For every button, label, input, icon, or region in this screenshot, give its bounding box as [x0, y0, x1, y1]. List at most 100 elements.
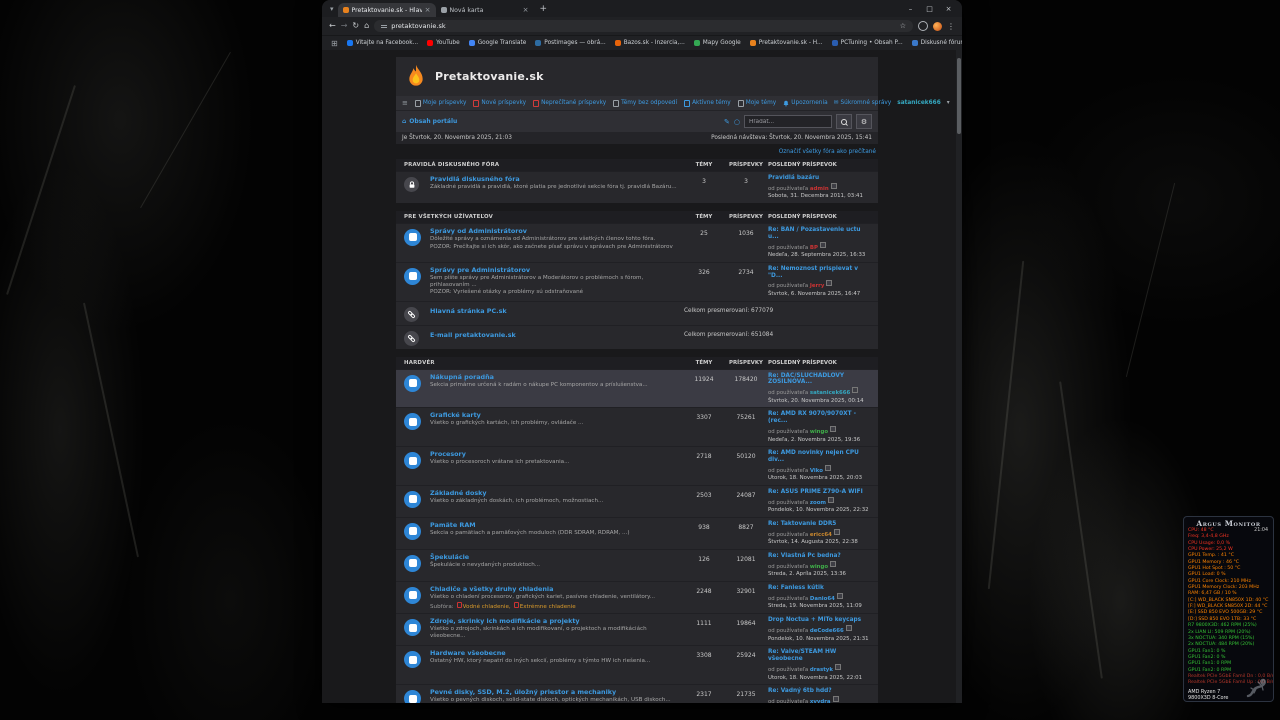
address-bar[interactable]: pretaktovanie.sk ☆	[374, 20, 913, 32]
last-post-title-link[interactable]: Re: Taktovanie DDR5	[768, 521, 870, 528]
goto-post-icon[interactable]	[824, 464, 831, 471]
forum-title-link[interactable]: Zdroje, skrinky ich modifikácie a projek…	[430, 617, 679, 625]
logged-in-username[interactable]: satanicek666	[897, 100, 940, 106]
last-post-username[interactable]: satanicek666	[810, 390, 850, 396]
circle-icon[interactable]: ○	[734, 118, 740, 126]
tab-close-icon[interactable]: ×	[523, 6, 529, 14]
section-title[interactable]: PRE VŠETKÝCH UŽÍVATEĽOV	[404, 214, 684, 220]
bookmark-item[interactable]: PCTuning • Obsah P...	[831, 40, 903, 46]
forum-title-link[interactable]: Špekulácie	[430, 553, 679, 561]
last-post-username[interactable]: drastyk	[810, 667, 833, 673]
pencil-icon[interactable]: ✎	[724, 118, 730, 126]
forum-title-link[interactable]: Chladiče a všetky druhy chladenia	[430, 585, 679, 593]
forum-title-link[interactable]: Správy od Administrátorov	[430, 227, 679, 235]
last-post-username[interactable]: zoom	[810, 500, 826, 506]
forum-row[interactable]: E-mail pretaktovanie.sk Celkom presmerova…	[396, 324, 878, 349]
search-button[interactable]	[836, 114, 852, 129]
goto-post-icon[interactable]	[836, 592, 843, 599]
nav-link[interactable]: Aktívne témy	[684, 99, 731, 107]
nav-link[interactable]: Moje témy	[737, 99, 776, 107]
last-post-title-link[interactable]: Re: BAN / Pozastavenie uctu u...	[768, 227, 870, 241]
forum-row[interactable]: Hardware všeobecne Ostatný HW, ktorý nepa…	[396, 645, 878, 684]
last-post-username[interactable]: admin	[810, 186, 829, 192]
search-settings-button[interactable]: ⚙	[856, 114, 872, 129]
goto-post-icon[interactable]	[819, 241, 826, 248]
last-post-username[interactable]: wingo	[810, 564, 828, 570]
last-post-username[interactable]: xvydra	[810, 699, 831, 703]
page-scrollbar[interactable]	[956, 50, 962, 703]
nav-link[interactable]: Témy bez odpovedí	[613, 99, 677, 107]
nav-link[interactable]: Neprečítané príspevky	[533, 99, 606, 107]
back-button[interactable]: ←	[329, 22, 336, 30]
goto-post-icon[interactable]	[826, 280, 833, 287]
forum-row[interactable]: Pamäte RAM Sekcia o pamätiach a pamäťovýc…	[396, 516, 878, 549]
nav-link[interactable]: Nové príspevky	[473, 99, 526, 107]
last-post-username[interactable]: Viko	[810, 468, 823, 474]
forum-row[interactable]: Procesory Všetko o procesoroch vrátane ic…	[396, 446, 878, 485]
last-post-title-link[interactable]: Re: AMD novinky nejen CPU div...	[768, 450, 870, 464]
search-input[interactable]	[744, 115, 832, 128]
forum-row[interactable]: Špekulácie Špekulácie o nevydaných produk…	[396, 548, 878, 581]
bookmark-item[interactable]: YouTube	[427, 40, 460, 46]
goto-post-icon[interactable]	[833, 528, 840, 535]
forum-title-link[interactable]: E-mail pretaktovanie.sk	[430, 331, 516, 339]
bookmark-item[interactable]: Vitajte na Facebook...	[346, 40, 418, 46]
tab-search-icon[interactable]: ▾	[326, 5, 338, 13]
section-title[interactable]: HARDVÉR	[404, 360, 684, 366]
last-post-title-link[interactable]: Pravidlá bazáru	[768, 175, 870, 182]
home-button[interactable]: ⌂	[364, 22, 369, 30]
profile-avatar[interactable]	[933, 21, 942, 31]
last-post-title-link[interactable]: Re: ASUS PRIME Z790-A WIFI	[768, 489, 870, 496]
private-messages-link[interactable]: ✉ Súkromné správy	[834, 100, 892, 106]
bookmark-star-icon[interactable]: ☆	[900, 22, 906, 30]
last-post-username[interactable]: BP	[810, 245, 818, 251]
forum-row[interactable]: Pravidlá diskusného fóra Základné pravidl…	[396, 171, 878, 203]
new-tab-button[interactable]: +	[534, 4, 554, 14]
forum-row[interactable]: Základné dosky Všetko o základných doskác…	[396, 484, 878, 517]
hamburger-icon[interactable]: ≡	[402, 99, 408, 107]
last-post-title-link[interactable]: Re: DAC/SLUCHADLOVY ZOSILNOVA...	[768, 373, 870, 387]
last-post-username[interactable]: deCode666	[810, 628, 844, 634]
forum-title-link[interactable]: Hardware všeobecne	[430, 649, 679, 657]
menu-kebab-icon[interactable]: ⋮	[947, 22, 955, 31]
forum-row[interactable]: Pevné disky, SSD, M.2, úložný priestor a…	[396, 684, 878, 703]
forward-button[interactable]: →	[341, 22, 348, 30]
goto-post-icon[interactable]	[830, 182, 837, 189]
minimize-button[interactable]: –	[901, 5, 920, 13]
last-post-title-link[interactable]: Re: Valve/STEAM HW všeobecne	[768, 649, 870, 663]
last-post-title-link[interactable]: Re: AMD RX 9070/9070XT - (rec...	[768, 411, 870, 425]
last-post-username[interactable]: Jerry	[810, 283, 825, 289]
forum-row[interactable]: Zdroje, skrinky ich modifikácie a projek…	[396, 613, 878, 645]
goto-post-icon[interactable]	[852, 387, 859, 394]
close-button[interactable]: ×	[939, 5, 958, 13]
goto-post-icon[interactable]	[830, 425, 837, 432]
mark-all-read-link[interactable]: Označiť všetky fóra ako prečítané	[396, 144, 878, 159]
notifications-link[interactable]: Upozornenia	[783, 100, 828, 107]
forum-title-link[interactable]: Pamäte RAM	[430, 521, 679, 529]
forum-title-link[interactable]: Správy pre Administrátorov	[430, 266, 679, 274]
reload-button[interactable]: ↻	[352, 22, 359, 30]
bookmark-item[interactable]: Pretaktovanie.sk - H...	[749, 40, 823, 46]
forum-title-link[interactable]: Nákupná poradňa	[430, 373, 679, 381]
last-post-title-link[interactable]: Drop Noctua + MiTo keycaps	[768, 617, 870, 624]
goto-post-icon[interactable]	[834, 664, 841, 671]
forum-title-link[interactable]: Základné dosky	[430, 489, 679, 497]
forum-title-link[interactable]: Procesory	[430, 450, 679, 458]
extensions-icon[interactable]	[918, 21, 928, 31]
portal-link[interactable]: ⌂ Obsah portálu	[402, 118, 457, 125]
goto-post-icon[interactable]	[845, 625, 852, 632]
last-post-title-link[interactable]: Re: Nemoznost prispievat v "D...	[768, 266, 870, 280]
forum-row[interactable]: Grafické karty Všetko o grafických kartác…	[396, 407, 878, 446]
user-menu-caret-icon[interactable]: ▾	[947, 100, 950, 106]
forum-row[interactable]: Nákupná poradňa Sekcia primárne určená k …	[396, 368, 878, 408]
browser-tab[interactable]: Pretaktovanie.sk - Hlavná strá...×	[337, 3, 436, 17]
site-info-icon[interactable]	[381, 24, 388, 28]
forum-title-link[interactable]: Pravidlá diskusného fóra	[430, 175, 679, 183]
subforum-link[interactable]: Vodné chladenie,	[463, 604, 511, 610]
forum-row[interactable]: Chladiče a všetky druhy chladenia Všetko …	[396, 580, 878, 614]
forum-title-link[interactable]: Hlavná stránka PC.sk	[430, 307, 507, 315]
forum-row[interactable]: Správy od Administrátorov Dôležité správy…	[396, 222, 878, 262]
subforum-link[interactable]: Extrémne chladenie	[520, 604, 576, 610]
bookmark-item[interactable]: Google Translate	[468, 40, 526, 46]
goto-post-icon[interactable]	[832, 696, 839, 702]
